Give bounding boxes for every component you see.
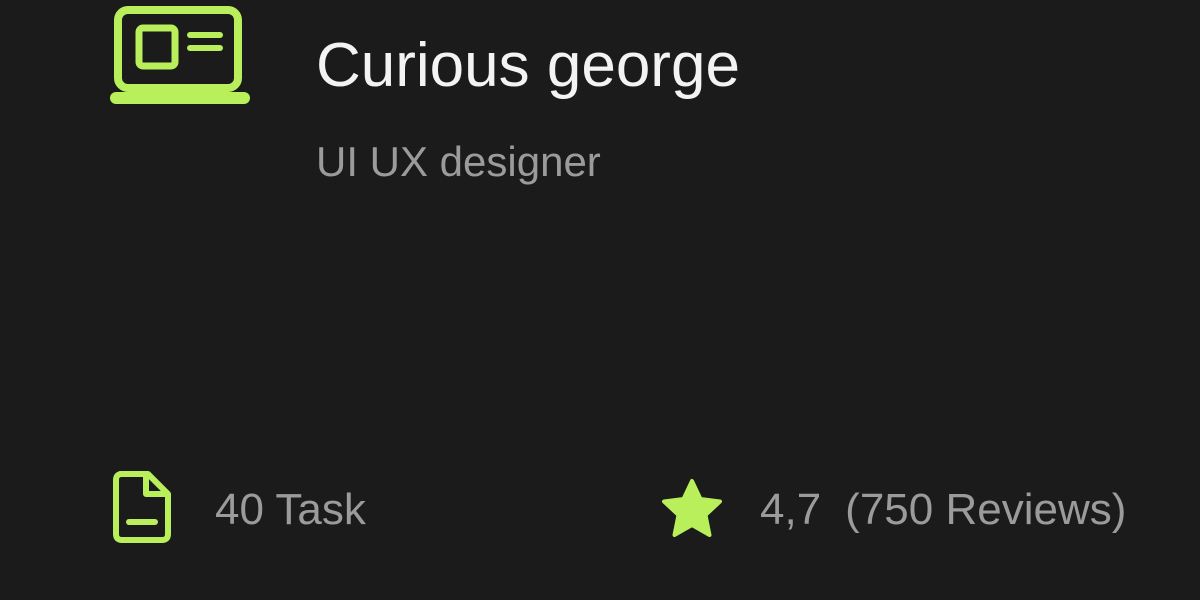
profile-role: UI UX designer [316,138,601,185]
document-icon [113,471,171,543]
star-icon [662,479,722,537]
task-count: 40 Task [215,485,366,534]
rating-summary: 4,7 (750 Reviews) [760,484,1126,536]
profile-name: Curious george [316,31,740,100]
review-count: (750 Reviews) [845,485,1127,534]
profile-card: Curious george UI UX designer 40 Task 4,… [0,0,1200,600]
laptop-icon [110,6,250,104]
rating-value: 4,7 [760,485,822,534]
